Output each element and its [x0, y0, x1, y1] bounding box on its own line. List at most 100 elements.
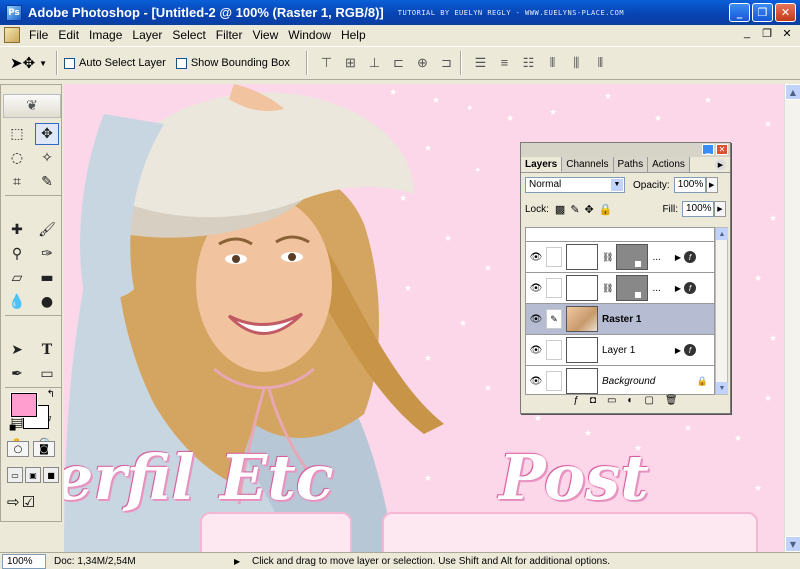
distribute-bottom-icon[interactable]: ☷	[520, 55, 536, 71]
link-box[interactable]	[546, 278, 562, 298]
standard-screen-button[interactable]: ▭	[7, 467, 23, 483]
scroll-up-button[interactable]: ▲	[785, 84, 800, 100]
menu-help[interactable]: Help	[336, 28, 371, 42]
full-screen-menu-button[interactable]: ▣	[25, 467, 41, 483]
layer-row[interactable]: 👁 ⛓ ... ▶ f	[526, 273, 714, 304]
lock-pixels-icon[interactable]: ✎	[570, 203, 579, 216]
palette-menu-icon[interactable]: ▶	[715, 159, 726, 170]
link-box[interactable]	[546, 371, 562, 391]
distribute-left-icon[interactable]: ⫴	[544, 55, 560, 71]
tab-layers[interactable]: Layers	[521, 157, 563, 172]
palette-title-bar[interactable]: _ ✕	[521, 143, 730, 157]
swap-colors-icon[interactable]: ↰	[47, 389, 55, 400]
distribute-right-icon[interactable]: ⦀	[592, 55, 608, 71]
link-box[interactable]	[546, 247, 562, 267]
palette-minimize-button[interactable]: _	[702, 144, 714, 155]
add-layer-mask-icon[interactable]: ◘	[590, 395, 596, 411]
layer-list-scrollbar[interactable]: ▲ ▼	[715, 227, 728, 395]
tab-actions[interactable]: Actions	[648, 157, 690, 172]
align-bottom-icon[interactable]: ⊥	[366, 55, 382, 71]
menu-select[interactable]: Select	[167, 28, 210, 42]
close-button[interactable]: ✕	[775, 3, 796, 22]
layer-row[interactable]: 👁 Background 🔒	[526, 366, 714, 394]
align-vcenter-icon[interactable]: ⊞	[342, 55, 358, 71]
marquee-tool-icon[interactable]: ⬚	[5, 123, 29, 145]
clone-stamp-icon[interactable]: ⚲	[5, 243, 29, 265]
blur-tool-icon[interactable]: 💧	[5, 291, 29, 313]
dodge-tool-icon[interactable]: ●	[35, 291, 59, 313]
align-top-icon[interactable]: ⊤	[318, 55, 334, 71]
document-icon[interactable]	[4, 27, 20, 43]
palette-close-button[interactable]: ✕	[716, 144, 728, 155]
doc-minimize-button[interactable]: _	[740, 27, 754, 40]
jump-to-imageready-icon[interactable]: ⇨	[7, 493, 20, 511]
healing-brush-icon[interactable]: ✚	[5, 219, 29, 241]
path-selection-icon[interactable]: ➤	[5, 339, 29, 361]
tab-paths[interactable]: Paths	[613, 157, 649, 172]
new-adjustment-layer-icon[interactable]: ◐	[627, 395, 633, 411]
quick-mask-mode-button[interactable]: ◙	[33, 441, 55, 457]
default-colors-icon[interactable]: ◼	[9, 423, 16, 433]
checkbox-box[interactable]	[175, 57, 187, 69]
menu-view[interactable]: View	[247, 28, 283, 42]
history-brush-icon[interactable]: ✑	[35, 243, 59, 265]
commit-icon[interactable]: ☑	[22, 493, 35, 511]
lasso-tool-icon[interactable]: ◌	[5, 147, 29, 169]
opacity-slider-button[interactable]: ▶	[705, 177, 718, 193]
canvas-scrollbar[interactable]: ▲ ▼	[784, 84, 800, 552]
expand-triangle-icon[interactable]: ▶	[675, 346, 681, 355]
foreground-color-swatch[interactable]	[10, 392, 38, 418]
doc-close-button[interactable]: ✕	[780, 27, 794, 40]
restore-button[interactable]: ❐	[752, 3, 773, 22]
full-screen-button[interactable]: ■	[43, 467, 59, 483]
move-tool-icon[interactable]: ✥	[35, 123, 59, 145]
brush-icon[interactable]: ✎	[546, 309, 562, 329]
tool-preset-picker[interactable]: ➤✥ ▼	[10, 50, 50, 76]
layer-row-selected[interactable]: 👁 ✎ Raster 1	[526, 304, 714, 335]
zoom-field[interactable]: 100%	[2, 553, 46, 569]
menu-edit[interactable]: Edit	[53, 28, 84, 42]
new-layer-icon[interactable]: ▢	[644, 395, 653, 411]
distribute-top-icon[interactable]: ☰	[472, 55, 488, 71]
scroll-down-button[interactable]: ▼	[785, 536, 800, 552]
standard-mode-button[interactable]: ○	[7, 441, 29, 457]
layer-row[interactable]: 👁 ⛓ ... ▶ f	[526, 242, 714, 273]
menu-layer[interactable]: Layer	[127, 28, 167, 42]
layer-row[interactable]: 👁 Layer 1 ▶ f	[526, 335, 714, 366]
slice-tool-icon[interactable]: ✎	[35, 171, 59, 193]
lock-all-icon[interactable]: 🔒	[599, 203, 613, 216]
trash-icon[interactable]: 🗑	[665, 395, 678, 411]
fill-field[interactable]: 100%	[682, 201, 714, 217]
eye-icon[interactable]: 👁	[526, 345, 546, 356]
scroll-down-button[interactable]: ▼	[716, 382, 728, 394]
layer-row-partial[interactable]	[526, 228, 714, 242]
eye-icon[interactable]: 👁	[526, 314, 546, 325]
checkbox-box[interactable]	[64, 57, 75, 69]
eraser-tool-icon[interactable]: ▱	[5, 267, 29, 289]
align-left-icon[interactable]: ⊏	[390, 55, 406, 71]
fill-slider-button[interactable]: ▶	[714, 201, 726, 217]
link-box[interactable]	[546, 340, 562, 360]
align-hcenter-icon[interactable]: ⊕	[414, 55, 430, 71]
brush-tool-icon[interactable]: 🖌	[35, 219, 59, 241]
show-bounding-box-checkbox[interactable]: Show Bounding Box	[175, 57, 290, 69]
expand-triangle-icon[interactable]: ▶	[675, 253, 681, 262]
feather-icon[interactable]: ❦	[3, 94, 61, 118]
menu-file[interactable]: File	[24, 28, 53, 42]
eye-icon[interactable]: 👁	[526, 376, 546, 387]
menu-image[interactable]: Image	[84, 28, 127, 42]
shape-tool-icon[interactable]: ▭	[35, 363, 59, 385]
distribute-vcenter-icon[interactable]: ≡	[496, 55, 512, 71]
doc-restore-button[interactable]: ❐	[760, 27, 774, 40]
magic-wand-tool-icon[interactable]: ✧	[35, 147, 59, 169]
pen-tool-icon[interactable]: ✒	[5, 363, 29, 385]
type-tool-icon[interactable]: T	[35, 339, 59, 361]
tab-channels[interactable]: Channels	[562, 157, 614, 172]
new-set-icon[interactable]: ▭	[607, 395, 616, 411]
eye-icon[interactable]: 👁	[526, 283, 546, 294]
menu-filter[interactable]: Filter	[211, 28, 248, 42]
add-layer-style-icon[interactable]: ƒ	[573, 395, 579, 411]
gradient-tool-icon[interactable]: ▬	[35, 267, 59, 289]
eye-icon[interactable]: 👁	[526, 252, 546, 263]
status-menu-icon[interactable]: ▶	[234, 557, 244, 566]
